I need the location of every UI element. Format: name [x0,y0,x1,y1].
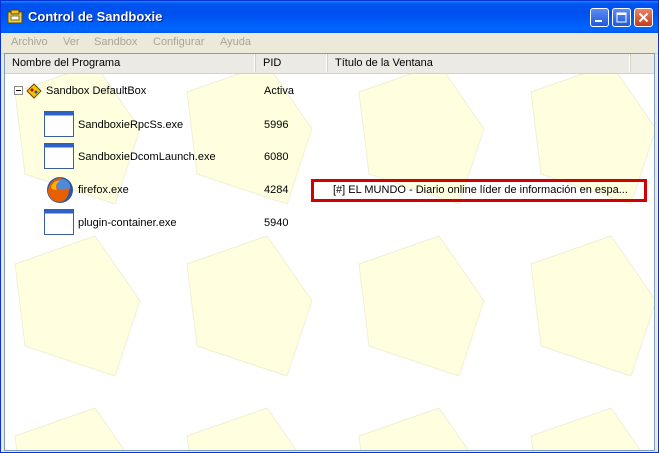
column-header-name[interactable]: Nombre del Programa [5,54,256,72]
maximize-button[interactable] [612,8,631,27]
list-header: Nombre del Programa PID Título de la Ven… [5,54,654,74]
menu-archivo[interactable]: Archivo [11,36,48,48]
menu-bar: Archivo Ver Sandbox Configurar Ayuda [1,33,658,54]
close-icon [638,12,649,23]
window-icon [44,111,74,137]
close-button[interactable] [634,8,653,27]
minimize-icon [595,20,602,22]
maximize-icon [616,12,627,23]
column-header-title[interactable]: Título de la Ventana [328,54,631,72]
sandboxie-control-window: Control de Sandboxie Archivo Ver Sandbox… [0,0,659,453]
menu-ver[interactable]: Ver [63,36,80,48]
process-pid: 4284 [264,184,289,196]
process-name[interactable]: plugin-container.exe [78,217,176,229]
sandboxie-app-icon [7,9,23,24]
sandbox-name[interactable]: Sandbox DefaultBox [46,85,146,97]
minimize-button[interactable] [590,8,609,27]
process-pid: 5940 [264,217,289,229]
background-pattern [5,54,654,450]
collapse-toggle[interactable] [14,86,23,95]
process-window-title: [#] EL MUNDO - Diario online líder de in… [333,184,628,196]
sandbox-status: Activa [264,85,294,97]
menu-sandbox[interactable]: Sandbox [94,36,137,48]
menu-configurar[interactable]: Configurar [153,36,204,48]
title-bar[interactable]: Control de Sandboxie [1,1,658,33]
firefox-icon [47,177,73,203]
process-list[interactable]: Nombre del Programa PID Título de la Ven… [4,53,655,451]
process-name[interactable]: SandboxieDcomLaunch.exe [78,151,216,163]
window-title: Control de Sandboxie [28,9,163,24]
process-pid: 6080 [264,151,289,163]
window-icon [44,209,74,235]
process-name[interactable]: SandboxieRpcSs.exe [78,119,183,131]
menu-ayuda[interactable]: Ayuda [220,36,251,48]
sandbox-icon [26,83,42,99]
window-icon [44,143,74,169]
process-pid: 5996 [264,119,289,131]
column-header-pid[interactable]: PID [256,54,328,72]
process-name[interactable]: firefox.exe [78,184,129,196]
